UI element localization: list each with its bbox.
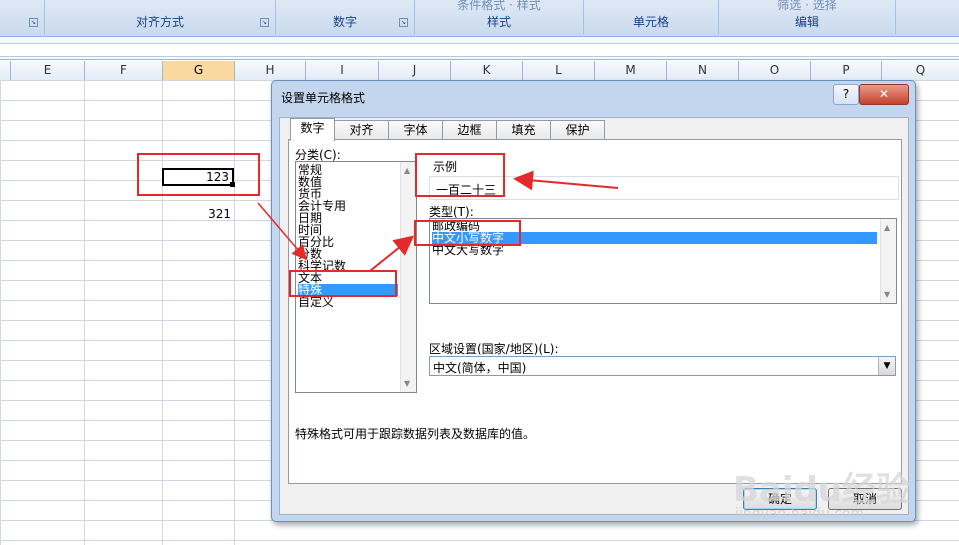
annotation-box-category [289, 270, 397, 297]
locale-select[interactable]: 中文(简体，中国) ▼ [429, 356, 896, 376]
ribbon-group-number: 数字 ↘ [276, 0, 415, 34]
ribbon-group-alignment: 对齐方式 ↘ [45, 0, 276, 34]
column-header-q[interactable]: Q [882, 61, 959, 80]
ribbon: ↘ 对齐方式 ↘ 数字 ↘ 条件格式 · 样式 样式 单元格 筛选 · 选择 编… [0, 0, 959, 37]
scroll-down-icon[interactable]: ▼ [404, 379, 410, 388]
annotation-box-sample [415, 153, 505, 197]
column-headers: E F G H I J K L M N O P Q [0, 61, 959, 81]
locale-value: 中文(简体，中国) [433, 361, 527, 375]
baidu-watermark-url: jingyan.baidu.com [735, 506, 865, 522]
format-description: 特殊格式可用于跟踪数据列表及数据库的值。 [295, 427, 536, 441]
column-header-e[interactable]: E [11, 61, 85, 80]
tab-alignment[interactable]: 对齐 [334, 120, 389, 140]
baidu-watermark-logo: Baidu经验 [733, 470, 911, 510]
ribbon-group-cells: 单元格 [584, 0, 719, 34]
tab-font[interactable]: 字体 [388, 120, 443, 140]
ribbon-group-font-edge: ↘ [0, 0, 45, 34]
ribbon-group-label: 数字 [332, 15, 357, 29]
grid-line [234, 80, 235, 545]
annotation-box-type [414, 220, 521, 246]
locale-label: 区域设置(国家/地区)(L): [429, 342, 559, 356]
tab-panel-number: 分类(C): 常规 数值 货币 会计专用 日期 时间 百分比 分数 科学记数 文… [288, 139, 902, 484]
column-header-m[interactable]: M [595, 61, 667, 80]
grid-line [84, 80, 85, 545]
dropdown-arrow-icon[interactable]: ▼ [878, 357, 895, 375]
tab-border[interactable]: 边框 [442, 120, 497, 140]
column-header-n[interactable]: N [667, 61, 739, 80]
formula-input[interactable] [0, 43, 959, 57]
annotation-box-cell [137, 153, 260, 196]
dialog-title: 设置单元格格式 [281, 91, 366, 105]
category-scrollbar[interactable]: ▲ ▼ [400, 162, 416, 392]
column-header-h[interactable]: H [235, 61, 306, 80]
formula-bar [0, 37, 959, 60]
tab-protection[interactable]: 保护 [550, 120, 605, 140]
column-header-l[interactable]: L [523, 61, 595, 80]
ribbon-group-editing: 筛选 · 选择 编辑 [719, 0, 896, 34]
ribbon-cut-label: 筛选 · 选择 [777, 0, 837, 12]
scroll-up-icon[interactable]: ▲ [884, 223, 890, 232]
column-header-o[interactable]: O [739, 61, 811, 80]
ribbon-group-label: 单元格 [632, 15, 669, 29]
dialog-launcher-icon[interactable]: ↘ [260, 18, 269, 27]
ribbon-cut-label: 条件格式 · 样式 [457, 0, 541, 12]
dialog-launcher-icon[interactable]: ↘ [29, 18, 38, 27]
grid-line [162, 80, 163, 545]
column-header-f[interactable]: F [85, 61, 163, 80]
column-header-j[interactable]: J [379, 61, 451, 80]
dialog-launcher-icon[interactable]: ↘ [399, 18, 408, 27]
tab-number[interactable]: 数字 [290, 118, 335, 141]
ribbon-group-label: 对齐方式 [135, 15, 184, 29]
column-header-k[interactable]: K [451, 61, 523, 80]
scroll-down-icon[interactable]: ▼ [884, 290, 890, 299]
scroll-up-icon[interactable]: ▲ [404, 166, 410, 175]
close-icon: ✕ [878, 87, 890, 101]
ribbon-group-label: 编辑 [794, 15, 819, 29]
help-icon: ? [842, 87, 850, 101]
format-cells-dialog: 设置单元格格式 ? ✕ 数字 对齐 字体 边框 填充 保护 分类(C): 常规 … [271, 80, 916, 522]
column-header-g[interactable]: G [163, 61, 235, 80]
list-item[interactable]: 自定义 [298, 296, 334, 308]
column-header-p[interactable]: P [811, 61, 882, 80]
dialog-body: 数字 对齐 字体 边框 填充 保护 分类(C): 常规 数值 货币 会计专用 日… [279, 117, 909, 515]
ribbon-group-styles: 条件格式 · 样式 样式 [415, 0, 584, 34]
help-button[interactable]: ? [833, 84, 859, 105]
type-scrollbar[interactable]: ▲ ▼ [880, 219, 896, 303]
tab-fill[interactable]: 填充 [496, 120, 551, 140]
close-button[interactable]: ✕ [859, 84, 909, 105]
cell-value: 321 [208, 207, 231, 221]
column-header-edge [0, 61, 11, 80]
column-header-i[interactable]: I [306, 61, 379, 80]
ribbon-group-label: 样式 [486, 15, 511, 29]
